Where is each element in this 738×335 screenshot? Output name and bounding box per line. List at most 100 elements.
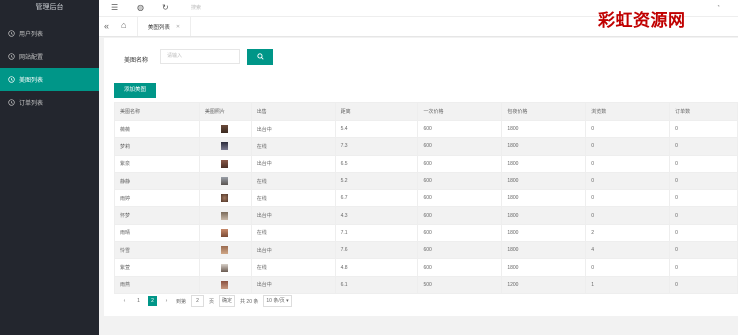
cell-name: 怜雪 bbox=[114, 241, 200, 260]
cell-night-price: 1800 bbox=[501, 223, 587, 243]
column-header[interactable]: 包夜价格 bbox=[501, 102, 587, 121]
cell-name: 静静 bbox=[114, 171, 200, 191]
photo-thumbnail[interactable] bbox=[221, 194, 229, 203]
cell-status: 在线 bbox=[250, 223, 336, 243]
photo-thumbnail[interactable] bbox=[221, 280, 229, 289]
column-header[interactable]: 订单数 bbox=[669, 102, 738, 121]
cell-once-price: 600 bbox=[417, 137, 503, 156]
table-row[interactable]: 雨晴 在线 7.1 600 1800 2 0 bbox=[114, 223, 738, 243]
tab-label: 美图列表 bbox=[147, 24, 170, 31]
cell-views: 0 bbox=[585, 258, 671, 277]
cell-night-price: 1800 bbox=[501, 241, 587, 260]
sidebar-item-label: 网站配置 bbox=[19, 55, 44, 61]
cell-status: 出台中 bbox=[250, 154, 336, 173]
user-icon[interactable]: ◔ bbox=[716, 4, 720, 10]
refresh-icon[interactable]: ↻ bbox=[162, 3, 169, 12]
table-row[interactable]: 薇薇 出台中 5.4 600 1800 0 0 bbox=[114, 119, 738, 139]
table-header-row: 美图名称 美图照片 出售 距离 一次价格 包夜价格 浏览数 订单数 bbox=[114, 102, 738, 121]
sidebar-item-site-config[interactable]: 网站配置 bbox=[0, 45, 99, 68]
column-header[interactable]: 浏览数 bbox=[585, 102, 671, 121]
prev-page-icon[interactable]: ‹ bbox=[120, 296, 129, 306]
photo-thumbnail[interactable] bbox=[221, 263, 229, 272]
cell-views: 0 bbox=[585, 171, 671, 191]
table-row[interactable]: 雨婷 在线 6.7 600 1800 0 0 bbox=[114, 189, 738, 208]
clock-icon bbox=[8, 99, 15, 106]
goto-confirm-button[interactable]: 确定 bbox=[219, 295, 236, 307]
home-icon[interactable]: ⌂ bbox=[121, 20, 126, 30]
cell-views: 0 bbox=[585, 137, 671, 156]
cell-status: 在线 bbox=[250, 137, 336, 156]
table-row[interactable]: 怜雪 出台中 7.6 600 1800 4 0 bbox=[114, 241, 738, 260]
search-button[interactable] bbox=[247, 49, 273, 65]
cell-orders: 0 bbox=[669, 189, 738, 208]
page-link[interactable]: 1 bbox=[134, 296, 143, 306]
sidebar-item-photo-list[interactable]: 美图列表 bbox=[0, 68, 99, 91]
page-link-current[interactable]: 2 bbox=[148, 296, 157, 306]
cell-views: 1 bbox=[585, 275, 671, 294]
globe-icon[interactable]: ◍ bbox=[137, 3, 144, 12]
cell-distance: 5.2 bbox=[334, 171, 419, 191]
table-row[interactable]: 雨燕 出台中 6.1 500 1200 1 0 bbox=[114, 275, 738, 294]
cell-name: 雨婷 bbox=[114, 189, 200, 208]
pagination: ‹ 1 2 › 到第 2 页 确定 共 20 条 10 条/页 ▾ bbox=[120, 295, 292, 307]
cell-night-price: 1800 bbox=[501, 154, 587, 173]
tabs-prev-icon[interactable]: « bbox=[104, 21, 109, 31]
photo-thumbnail[interactable] bbox=[221, 228, 229, 237]
photo-thumbnail[interactable] bbox=[221, 142, 229, 151]
photo-table: 美图名称 美图照片 出售 距离 一次价格 包夜价格 浏览数 订单数 薇薇 出台中… bbox=[114, 102, 738, 294]
sidebar-item-users[interactable]: 用户列表 bbox=[0, 22, 99, 45]
column-header[interactable]: 美图照片 bbox=[198, 102, 252, 121]
table-row[interactable]: 梦莉 在线 7.3 600 1800 0 0 bbox=[114, 137, 738, 156]
table-row[interactable]: 静静 在线 5.2 600 1800 0 0 bbox=[114, 171, 738, 191]
cell-once-price: 600 bbox=[417, 189, 503, 208]
cell-once-price: 600 bbox=[417, 119, 503, 139]
cell-night-price: 1200 bbox=[501, 275, 587, 294]
goto-page-input[interactable]: 2 bbox=[191, 295, 205, 307]
photo-thumbnail[interactable] bbox=[221, 211, 229, 220]
column-header[interactable]: 一次价格 bbox=[417, 102, 503, 121]
tab-photo-list[interactable]: 美图列表 ✕ bbox=[137, 17, 191, 36]
cell-name: 薇薇 bbox=[114, 119, 200, 139]
cell-name: 紫萱 bbox=[114, 258, 200, 277]
cell-orders: 0 bbox=[669, 119, 738, 139]
photo-thumbnail[interactable] bbox=[221, 125, 229, 134]
cell-views: 2 bbox=[585, 223, 671, 243]
cell-once-price: 600 bbox=[417, 206, 503, 225]
cell-distance: 7.6 bbox=[334, 241, 419, 260]
clock-icon bbox=[8, 30, 15, 37]
cell-distance: 6.7 bbox=[334, 189, 419, 208]
close-icon[interactable]: ✕ bbox=[176, 24, 180, 30]
sidebar-item-label: 美图列表 bbox=[19, 78, 44, 84]
menu-toggle-icon[interactable]: ☰ bbox=[111, 3, 118, 12]
cell-orders: 0 bbox=[669, 258, 738, 277]
cell-views: 0 bbox=[585, 206, 671, 225]
search-input[interactable]: 请输入 bbox=[160, 49, 240, 64]
cell-distance: 6.1 bbox=[334, 275, 419, 294]
sidebar-item-orders[interactable]: 订单列表 bbox=[0, 91, 99, 114]
cell-views: 4 bbox=[585, 241, 671, 260]
top-search[interactable]: 搜索 bbox=[191, 4, 201, 11]
column-header[interactable]: 距离 bbox=[334, 102, 419, 121]
table-row[interactable]: 怀梦 出台中 4.3 600 1800 0 0 bbox=[114, 206, 738, 225]
cell-name: 紫泉 bbox=[114, 154, 200, 173]
table-row[interactable]: 紫泉 出台中 6.5 600 1800 0 0 bbox=[114, 154, 738, 173]
cell-night-price: 1800 bbox=[501, 119, 587, 139]
page-size-select[interactable]: 10 条/页 ▾ bbox=[263, 295, 292, 307]
cell-status: 在线 bbox=[250, 189, 336, 208]
cell-night-price: 1800 bbox=[501, 189, 587, 208]
cell-status: 出台中 bbox=[250, 119, 336, 139]
photo-thumbnail[interactable] bbox=[221, 246, 229, 255]
column-header[interactable]: 出售 bbox=[250, 102, 336, 121]
add-photo-button[interactable]: 添加美图 bbox=[114, 83, 156, 98]
brand-title: 管理后台 bbox=[0, 0, 99, 17]
cell-name: 雨晴 bbox=[114, 223, 200, 243]
next-page-icon[interactable]: › bbox=[162, 296, 171, 306]
cell-once-price: 600 bbox=[417, 171, 503, 191]
table-row[interactable]: 紫萱 在线 4.8 600 1800 0 0 bbox=[114, 258, 738, 277]
column-header[interactable]: 美图名称 bbox=[114, 102, 200, 121]
cell-views: 0 bbox=[585, 154, 671, 173]
photo-thumbnail[interactable] bbox=[221, 159, 229, 168]
cell-distance: 4.8 bbox=[334, 258, 419, 277]
photo-thumbnail[interactable] bbox=[221, 177, 229, 186]
cell-distance: 4.3 bbox=[334, 206, 419, 225]
